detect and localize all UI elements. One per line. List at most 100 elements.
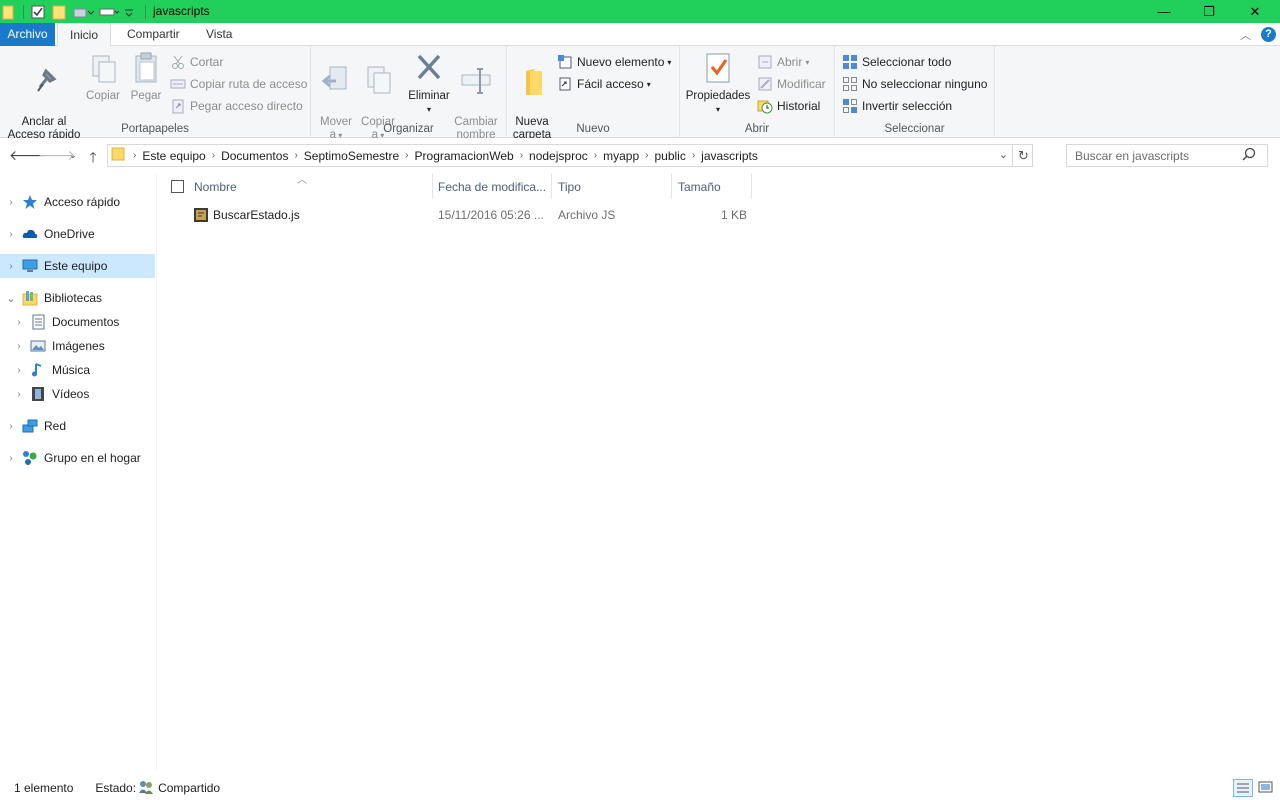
tab-vista[interactable]: Vista	[194, 23, 244, 46]
column-header-label: Tipo	[558, 179, 581, 194]
paste-shortcut-button[interactable]: Pegar acceso directo	[170, 96, 303, 116]
nav-item-videos[interactable]: › Vídeos	[0, 382, 155, 406]
select-none-button[interactable]: No seleccionar ninguno	[842, 74, 987, 94]
easy-access-icon	[557, 76, 573, 92]
breadcrumb-separator[interactable]: ›	[592, 150, 599, 161]
column-header-name[interactable]: Nombre	[194, 174, 430, 199]
breadcrumb-nodejsproc[interactable]: nodejsproc	[525, 149, 592, 163]
refresh-icon[interactable]: ↻	[1012, 145, 1034, 166]
paste-shortcut-label: Pegar acceso directo	[190, 99, 303, 113]
tab-compartir[interactable]: Compartir	[115, 23, 192, 46]
nav-item-imagenes[interactable]: › Imágenes	[0, 334, 155, 358]
chevron-right-icon[interactable]: ›	[14, 317, 24, 328]
documents-icon	[30, 314, 46, 330]
address-dropdown-icon[interactable]: ⌄	[999, 148, 1008, 161]
edit-button[interactable]: Modificar	[757, 74, 826, 94]
column-divider[interactable]	[551, 174, 552, 199]
easy-access-button[interactable]: Fácil acceso ▾	[557, 74, 651, 94]
invert-selection-icon	[842, 98, 858, 114]
chevron-right-icon[interactable]: ›	[6, 421, 16, 432]
nav-item-documentos[interactable]: › Documentos	[0, 310, 155, 334]
properties-icon[interactable]	[30, 4, 46, 20]
nav-item-bibliotecas[interactable]: ⌄ Bibliotecas	[0, 286, 155, 310]
column-header-type[interactable]: Tipo	[558, 174, 670, 199]
properties-icon	[706, 53, 730, 83]
chevron-right-icon[interactable]: ›	[6, 197, 16, 208]
nav-item-onedrive[interactable]: › OneDrive	[0, 222, 155, 246]
copy-path-button[interactable]: Copiar ruta de acceso	[170, 74, 307, 94]
breadcrumb-myapp[interactable]: myapp	[599, 149, 643, 163]
select-all-checkbox[interactable]	[171, 180, 184, 193]
search-input[interactable]	[1067, 148, 1242, 163]
chevron-right-icon[interactable]: ›	[6, 261, 16, 272]
column-header-date[interactable]: Fecha de modifica...	[438, 174, 550, 199]
breadcrumb-documentos[interactable]: Documentos	[217, 149, 292, 163]
back-button[interactable]: 🡐	[9, 147, 47, 165]
nav-label: OneDrive	[44, 227, 95, 241]
history-button[interactable]: Historial	[757, 96, 820, 116]
breadcrumb-separator[interactable]: ›	[518, 150, 525, 161]
breadcrumb-separator[interactable]: ›	[210, 150, 217, 161]
chevron-down-icon[interactable]: ⌄	[6, 292, 16, 305]
invert-selection-button[interactable]: Invertir selección	[842, 96, 952, 116]
search-box[interactable]	[1066, 144, 1268, 167]
breadcrumb-separator[interactable]: ›	[403, 150, 410, 161]
collapse-ribbon-icon[interactable]: ︿	[1240, 27, 1251, 43]
breadcrumb-separator[interactable]: ›	[131, 150, 138, 161]
undo-icon[interactable]	[72, 4, 95, 20]
rename-icon[interactable]	[99, 4, 120, 20]
nav-item-acceso-rapido[interactable]: › Acceso rápido	[0, 190, 155, 214]
customize-qa-icon[interactable]	[124, 4, 134, 20]
nav-item-musica[interactable]: › Música	[0, 358, 155, 382]
nav-item-red[interactable]: › Red	[0, 414, 155, 438]
address-bar[interactable]: › Este equipo › Documentos › SeptimoSeme…	[107, 144, 1033, 167]
file-name[interactable]: BuscarEstado.js	[213, 208, 300, 222]
column-divider[interactable]	[751, 174, 752, 199]
breadcrumb-public[interactable]: public	[650, 149, 689, 163]
column-divider[interactable]	[432, 174, 433, 199]
forward-button[interactable]: 🡒	[38, 147, 76, 165]
chevron-right-icon[interactable]: ›	[14, 341, 24, 352]
large-icons-view-icon[interactable]	[1257, 779, 1275, 797]
close-button[interactable]: ✕	[1232, 0, 1278, 23]
cut-button[interactable]: Cortar	[170, 52, 223, 72]
breadcrumb-este-equipo[interactable]: Este equipo	[138, 149, 209, 163]
delete-button[interactable]: Eliminar ▾	[406, 50, 452, 116]
paste-button[interactable]: Pegar	[127, 50, 165, 103]
file-row[interactable]: BuscarEstado.js 15/11/2016 05:26 ... Arc…	[188, 205, 754, 225]
nav-item-grupo-hogar[interactable]: › Grupo en el hogar	[0, 446, 155, 470]
up-button[interactable]: 🡑	[83, 147, 103, 165]
breadcrumb-separator[interactable]: ›	[643, 150, 650, 161]
breadcrumb-septimosemestre[interactable]: SeptimoSemestre	[300, 149, 403, 163]
search-icon[interactable]	[1242, 147, 1256, 164]
nav-item-este-equipo[interactable]: › Este equipo	[0, 254, 155, 278]
column-divider[interactable]	[671, 174, 672, 199]
tab-inicio[interactable]: Inicio	[57, 23, 112, 47]
recent-locations-button[interactable]: ⌄	[63, 150, 83, 168]
chevron-right-icon[interactable]: ›	[14, 365, 24, 376]
network-icon	[22, 418, 38, 434]
delete-icon	[417, 54, 441, 80]
copy-button[interactable]: Copiar	[84, 50, 122, 103]
open-button[interactable]: Abrir ▾	[757, 52, 809, 72]
select-all-button[interactable]: Seleccionar todo	[842, 52, 951, 72]
breadcrumb-programacionweb[interactable]: ProgramacionWeb	[411, 149, 518, 163]
breadcrumb-separator[interactable]: ›	[690, 150, 697, 161]
libraries-icon	[22, 290, 38, 306]
breadcrumb-javascripts[interactable]: javascripts	[697, 149, 762, 163]
breadcrumb-separator[interactable]: ›	[292, 150, 299, 161]
column-header-size[interactable]: Tamaño	[678, 174, 750, 199]
minimize-button[interactable]: —	[1141, 0, 1187, 23]
column-header-label: Tamaño	[678, 179, 721, 194]
tab-archivo[interactable]: Archivo	[0, 23, 55, 46]
new-item-button[interactable]: Nuevo elemento ▾	[557, 52, 671, 72]
chevron-right-icon[interactable]: ›	[6, 229, 16, 240]
folder-icon	[2, 4, 18, 20]
details-view-icon[interactable]	[1233, 779, 1253, 797]
chevron-right-icon[interactable]: ›	[6, 453, 16, 464]
help-icon[interactable]: ?	[1261, 27, 1276, 42]
new-folder-icon[interactable]	[51, 4, 67, 20]
chevron-right-icon[interactable]: ›	[14, 389, 24, 400]
properties-button[interactable]: Propiedades ▾	[684, 50, 752, 116]
maximize-button[interactable]: ❐	[1186, 0, 1232, 23]
